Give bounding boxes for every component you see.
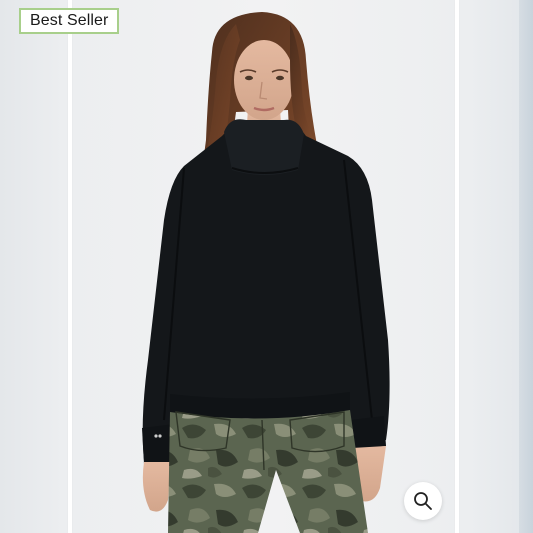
- badge-label: Best Seller: [30, 12, 109, 29]
- magnifier-icon: [414, 492, 432, 510]
- product-image-viewer: Best Seller: [0, 0, 533, 533]
- zoom-button[interactable]: [404, 482, 442, 520]
- best-seller-badge: Best Seller: [19, 8, 120, 34]
- product-photo: [142, 12, 390, 533]
